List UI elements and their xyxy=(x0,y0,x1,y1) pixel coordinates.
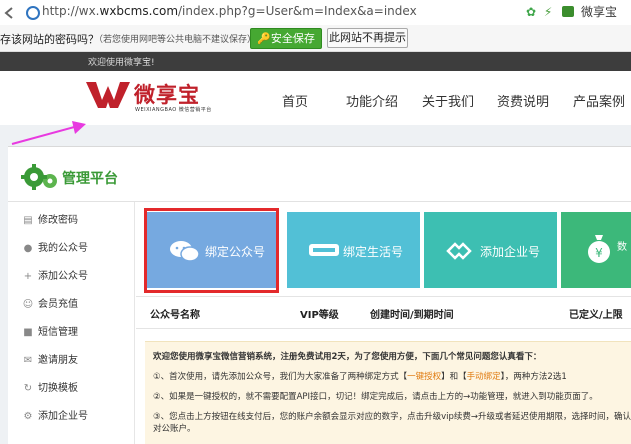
user-icon: ● xyxy=(23,243,33,254)
notice-item-1: ①、首次使用，请先添加公众号，我们为大家准备了两种绑定方式【一键授权】和【手动绑… xyxy=(153,370,567,382)
tile-label: 绑定生活号 xyxy=(343,245,404,259)
manual-bind-link[interactable]: 手动绑定 xyxy=(467,372,501,382)
settings-icon[interactable]: ✿ xyxy=(526,5,536,19)
tile-add-enterprise[interactable]: 添加企业号 xyxy=(424,212,557,288)
sidebar-item-change-password[interactable]: ▤ 修改密码 xyxy=(22,211,78,226)
welcome-text: 欢迎使用微享宝! xyxy=(88,58,155,68)
one-click-auth-link[interactable]: 一键授权 xyxy=(407,372,441,382)
tile-bind-life-account[interactable]: 绑定生活号 xyxy=(287,212,420,288)
sidebar-item-switch-template[interactable]: ↻ 切换模板 xyxy=(22,379,78,394)
sidebar-item-add-account[interactable]: + 添加公众号 xyxy=(22,267,88,282)
sidebar-item-label: 添加企业号 xyxy=(38,411,88,422)
url-domain: wxbcms.com xyxy=(99,4,179,18)
notice-text: 】，两种方法2选1 xyxy=(500,372,567,382)
address-bar[interactable]: http://wx.wxbcms.com/index.php?g=User&m=… xyxy=(0,0,631,26)
url-prefix: http://wx. xyxy=(42,4,100,18)
plus-icon: + xyxy=(23,271,33,282)
site-header: 微享宝 WEIXIANGBAO 微信营销平台 首页 功能介绍 关于我们 资费说明… xyxy=(0,71,631,125)
brand-logo-icon[interactable] xyxy=(86,80,132,110)
notice-item-3: ③、您点击上方按钮在线支付后，您的账户余额会显示对应的数字，点击升级vip续费→… xyxy=(153,412,631,422)
nav-cases[interactable]: 产品案例 xyxy=(573,91,625,110)
sidebar-item-label: 修改密码 xyxy=(38,215,78,226)
money-bag-icon: ¥ xyxy=(587,232,611,268)
message-icon: ■ xyxy=(23,327,33,338)
annotation-arrow-upper xyxy=(11,125,79,145)
table-header-border xyxy=(136,328,631,329)
sidebar-item-label: 我的公众号 xyxy=(38,243,88,254)
never-remind-button[interactable]: 此网站不再提示 xyxy=(327,28,408,48)
tile-label: 数 xyxy=(617,242,627,253)
save-password-label: 安全保存 xyxy=(270,32,315,45)
sidebar-item-label: 切换模板 xyxy=(38,383,78,394)
sidebar-item-label: 会员充值 xyxy=(38,299,78,310)
column-header-limit: 已定义/上限 xyxy=(569,310,623,321)
gear-icon xyxy=(20,163,60,195)
welcome-strip: 欢迎使用微享宝! xyxy=(0,52,631,71)
table-top-border xyxy=(136,296,631,297)
brand-subtitle: WEIXIANGBAO 微信营销平台 xyxy=(135,107,212,113)
alipay-icon xyxy=(309,242,339,262)
key-icon: 🔑 xyxy=(257,32,271,45)
page-favicon-icon xyxy=(26,6,40,20)
column-header-name: 公众号名称 xyxy=(150,310,200,321)
url-text[interactable]: http://wx.wxbcms.com/index.php?g=User&m=… xyxy=(42,4,417,18)
notice-item-2: ②、如果是一键授权的，就不需要配置API接口，切记！绑定完成后，请点击上方的→功… xyxy=(153,392,598,402)
highlight-box xyxy=(144,208,279,293)
sidebar-item-invite[interactable]: ✉ 邀请朋友 xyxy=(22,351,78,366)
svg-text:¥: ¥ xyxy=(595,246,603,260)
sidebar-item-recharge[interactable]: ☺ 会员充值 xyxy=(22,295,78,310)
password-save-question: 存该网站的密码吗？ xyxy=(0,33,99,46)
url-path: /index.php?g=User&m=Index&a=index xyxy=(178,4,417,18)
settings-icon: ⚙ xyxy=(23,411,33,422)
column-header-vip: VIP等级 xyxy=(300,310,339,321)
brand-name[interactable]: 微享宝 xyxy=(134,79,200,109)
notice-item-3-cont: 对公账户。 xyxy=(153,424,196,434)
tab-favicon-icon xyxy=(562,6,575,17)
back-icon[interactable] xyxy=(0,5,20,19)
notice-box: 欢迎您使用微享宝微信营销系统，注册免费试用2天，为了您使用方便，下面几个常见问题… xyxy=(145,341,631,444)
tab-title[interactable]: 微享宝 xyxy=(581,5,617,19)
sidebar-item-add-enterprise[interactable]: ⚙ 添加企业号 xyxy=(22,407,88,422)
person-icon: ☺ xyxy=(22,299,34,310)
panel-title: 管理平台 xyxy=(62,171,118,187)
tile-recharge[interactable]: ¥ 数 xyxy=(561,212,631,288)
nav-features[interactable]: 功能介绍 xyxy=(346,91,398,110)
address-bar-right: ✿ ⚡ 微享宝 xyxy=(526,3,617,20)
column-header-time: 创建时间/到期时间 xyxy=(370,310,454,321)
invite-icon: ✉ xyxy=(23,355,33,366)
tile-label: 添加企业号 xyxy=(480,245,541,259)
sidebar-item-my-accounts[interactable]: ● 我的公众号 xyxy=(22,239,88,254)
password-save-hint: （若您使用网吧等公共电脑不建议保存） xyxy=(94,35,257,45)
enterprise-icon xyxy=(446,242,472,264)
document-icon: ▤ xyxy=(23,215,33,226)
sidebar-item-label: 添加公众号 xyxy=(38,271,88,282)
sidebar-item-sms[interactable]: ■ 短信管理 xyxy=(22,323,78,338)
nav-home[interactable]: 首页 xyxy=(282,91,308,110)
save-password-button[interactable]: 🔑安全保存 xyxy=(250,28,322,49)
sidebar-separator xyxy=(134,202,135,444)
lightning-icon[interactable]: ⚡ xyxy=(544,5,552,19)
nav-pricing[interactable]: 资费说明 xyxy=(497,91,549,110)
panel-divider xyxy=(8,201,631,202)
notice-text: 】和【 xyxy=(441,372,467,382)
sidebar-item-label: 短信管理 xyxy=(38,327,78,338)
annotation-arrowhead-upper xyxy=(72,121,86,134)
notice-intro: 欢迎您使用微享宝微信营销系统，注册免费试用2天，为了您使用方便，下面几个常见问题… xyxy=(153,352,542,362)
refresh-icon: ↻ xyxy=(23,383,33,394)
notice-text: ①、首次使用，请先添加公众号，我们为大家准备了两种绑定方式【 xyxy=(153,372,408,382)
nav-about[interactable]: 关于我们 xyxy=(422,91,474,110)
sidebar-item-label: 邀请朋友 xyxy=(38,355,78,366)
password-save-bar: 存该网站的密码吗？ （若您使用网吧等公共电脑不建议保存） 🔑安全保存 此网站不再… xyxy=(0,25,631,52)
